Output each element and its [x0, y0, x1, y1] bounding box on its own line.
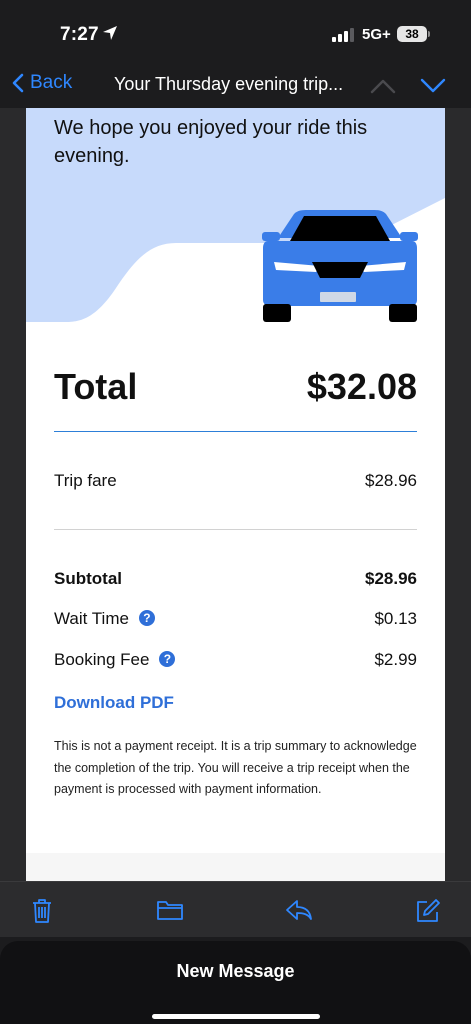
nav-bar: Back Your Thursday evening trip...	[0, 66, 471, 108]
home-indicator[interactable]	[152, 1014, 320, 1019]
cellular-signal-icon	[332, 28, 354, 42]
divider	[54, 431, 417, 432]
wait-time-row: Wait Time? $0.13	[54, 609, 417, 629]
trash-icon[interactable]	[31, 898, 53, 924]
email-content: We hope you enjoyed your ride this eveni…	[26, 108, 445, 881]
subtotal-value: $28.96	[365, 569, 417, 588]
back-button[interactable]: Back	[12, 72, 72, 94]
trip-fare-label: Trip fare	[54, 471, 117, 490]
chevron-down-icon[interactable]	[420, 74, 446, 98]
folder-icon[interactable]	[156, 898, 184, 922]
new-message-label: New Message	[176, 961, 295, 981]
status-bar: 7:27 5G+ 38	[0, 0, 471, 66]
email-footer	[26, 853, 445, 881]
back-label: Back	[30, 72, 73, 93]
battery-icon: 38	[397, 26, 427, 42]
help-icon[interactable]: ?	[138, 610, 155, 626]
disclaimer-text: This is not a payment receipt. It is a t…	[54, 739, 417, 796]
wait-time-value: $0.13	[374, 609, 417, 628]
network-type: 5G+	[362, 26, 391, 43]
new-message-sheet[interactable]: New Message	[0, 941, 471, 1024]
divider	[54, 529, 417, 530]
subtotal-row: Subtotal $28.96	[54, 569, 417, 589]
booking-fee-row: Booking Fee? $2.99	[54, 650, 417, 670]
status-time: 7:27	[60, 24, 99, 45]
hero-banner: We hope you enjoyed your ride this eveni…	[26, 108, 445, 324]
download-pdf-link[interactable]: Download PDF	[54, 693, 174, 713]
total-row: Total $32.08	[54, 366, 417, 408]
trip-fare-value: $28.96	[365, 471, 417, 490]
greeting-text: We hope you enjoyed your ride this eveni…	[54, 117, 368, 167]
mail-toolbar	[0, 881, 471, 938]
trip-fare-row: Trip fare $28.96	[54, 471, 417, 491]
subtotal-label: Subtotal	[54, 569, 122, 588]
total-value: $32.08	[306, 366, 417, 407]
chevron-left-icon	[12, 73, 24, 93]
car-illustration	[262, 210, 418, 322]
location-arrow-icon	[103, 26, 117, 40]
booking-fee-value: $2.99	[374, 650, 417, 669]
chevron-up-icon[interactable]	[370, 74, 396, 98]
email-view[interactable]: We hope you enjoyed your ride this eveni…	[0, 108, 471, 881]
total-label: Total	[54, 366, 138, 407]
booking-fee-label: Booking Fee	[54, 650, 150, 669]
new-message-bar: New Message	[0, 937, 471, 1024]
battery-tip	[428, 31, 430, 37]
reply-icon[interactable]	[285, 898, 313, 922]
compose-icon[interactable]	[415, 898, 441, 924]
help-icon[interactable]: ?	[159, 651, 176, 667]
email-subject-title: Your Thursday evening trip...	[114, 74, 344, 94]
wait-time-label: Wait Time	[54, 609, 129, 628]
